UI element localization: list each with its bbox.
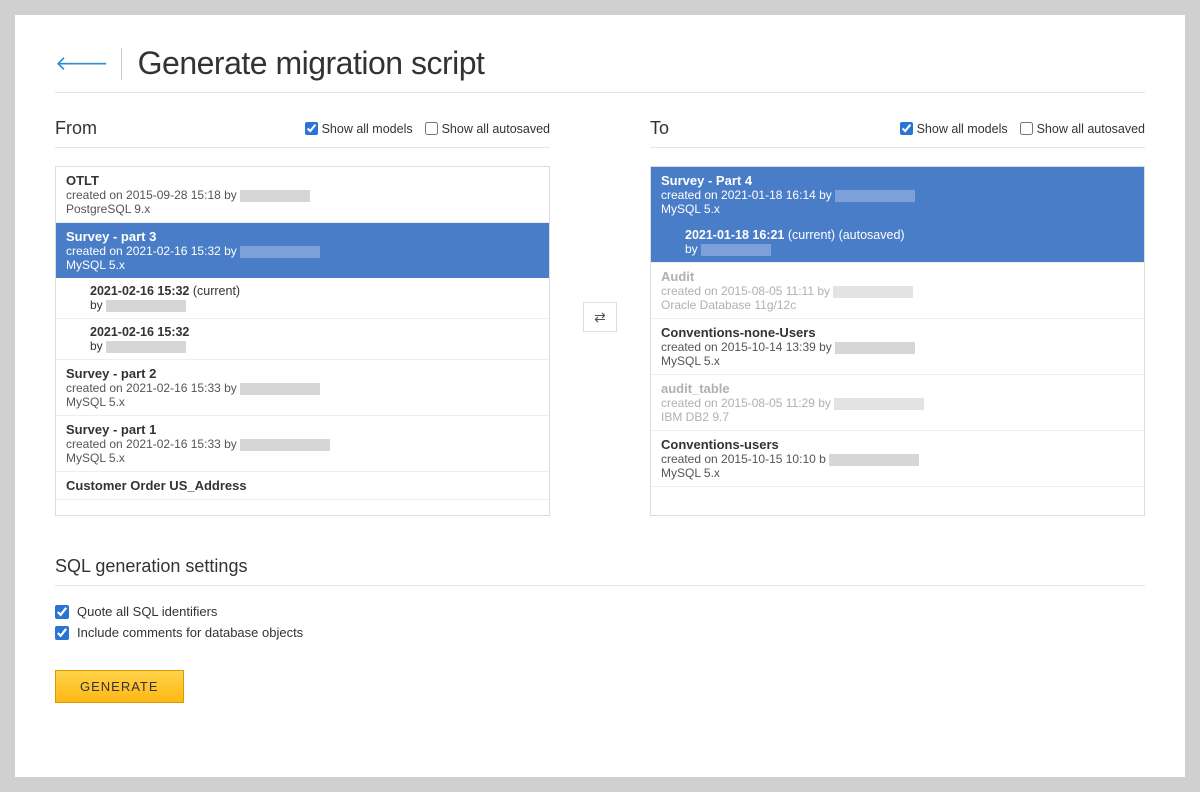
list-item[interactable]: Survey - part 1created on 2021-02-16 15:… xyxy=(56,416,549,472)
include-comments-label[interactable]: Include comments for database objects xyxy=(55,625,1145,640)
to-list[interactable]: Survey - Part 4created on 2021-01-18 16:… xyxy=(650,166,1145,516)
swap-container: ⇄ xyxy=(570,118,630,516)
from-show-all-autosaved-label[interactable]: Show all autosaved xyxy=(425,122,550,136)
list-item[interactable]: Survey - part 2created on 2021-02-16 15:… xyxy=(56,360,549,416)
list-subitem[interactable]: 2021-02-16 15:32by xyxy=(56,319,549,360)
to-show-all-models-text: Show all models xyxy=(917,122,1008,136)
from-heading: From xyxy=(55,118,97,139)
to-show-all-autosaved-text: Show all autosaved xyxy=(1037,122,1145,136)
swap-icon[interactable]: ⇄ xyxy=(583,302,617,332)
generate-button[interactable]: GENERATE xyxy=(55,670,184,703)
to-heading: To xyxy=(650,118,669,139)
from-show-all-models-checkbox[interactable] xyxy=(305,122,318,135)
settings-title: SQL generation settings xyxy=(55,556,1145,586)
quote-identifiers-text: Quote all SQL identifiers xyxy=(77,604,217,619)
list-item[interactable]: Conventions-none-Userscreated on 2015-10… xyxy=(651,319,1144,375)
include-comments-checkbox[interactable] xyxy=(55,626,69,640)
to-show-all-autosaved-checkbox[interactable] xyxy=(1020,122,1033,135)
quote-identifiers-label[interactable]: Quote all SQL identifiers xyxy=(55,604,1145,619)
list-subitem[interactable]: 2021-02-16 15:32 (current)by xyxy=(56,278,549,319)
from-list[interactable]: OTLTcreated on 2015-09-28 15:18 by Postg… xyxy=(55,166,550,516)
to-show-all-models-checkbox[interactable] xyxy=(900,122,913,135)
list-item[interactable]: Conventions-userscreated on 2015-10-15 1… xyxy=(651,431,1144,487)
list-item[interactable]: Survey - Part 4created on 2021-01-18 16:… xyxy=(651,167,1144,222)
back-arrow-icon[interactable]: 🡐 xyxy=(55,51,109,76)
title-row: 🡐 Generate migration script xyxy=(55,45,1145,93)
from-column: From Show all models Show all autosaved … xyxy=(55,118,550,516)
list-item[interactable]: Survey - part 3created on 2021-02-16 15:… xyxy=(56,223,549,278)
from-show-all-models-text: Show all models xyxy=(322,122,413,136)
quote-identifiers-checkbox[interactable] xyxy=(55,605,69,619)
from-show-all-autosaved-checkbox[interactable] xyxy=(425,122,438,135)
divider xyxy=(121,48,122,80)
include-comments-text: Include comments for database objects xyxy=(77,625,303,640)
list-item[interactable]: audit_tablecreated on 2015-08-05 11:29 b… xyxy=(651,375,1144,431)
list-item[interactable]: Auditcreated on 2015-08-05 11:11 by Orac… xyxy=(651,263,1144,319)
list-subitem[interactable]: 2021-01-18 16:21 (current) (autosaved)by xyxy=(651,222,1144,263)
list-item[interactable]: OTLTcreated on 2015-09-28 15:18 by Postg… xyxy=(56,167,549,223)
list-item[interactable]: Customer Order US_Address xyxy=(56,472,549,500)
to-show-all-autosaved-label[interactable]: Show all autosaved xyxy=(1020,122,1145,136)
from-show-all-autosaved-text: Show all autosaved xyxy=(442,122,550,136)
to-column: To Show all models Show all autosaved Su… xyxy=(650,118,1145,516)
from-show-all-models-label[interactable]: Show all models xyxy=(305,122,413,136)
to-show-all-models-label[interactable]: Show all models xyxy=(900,122,1008,136)
page-title: Generate migration script xyxy=(138,45,485,82)
